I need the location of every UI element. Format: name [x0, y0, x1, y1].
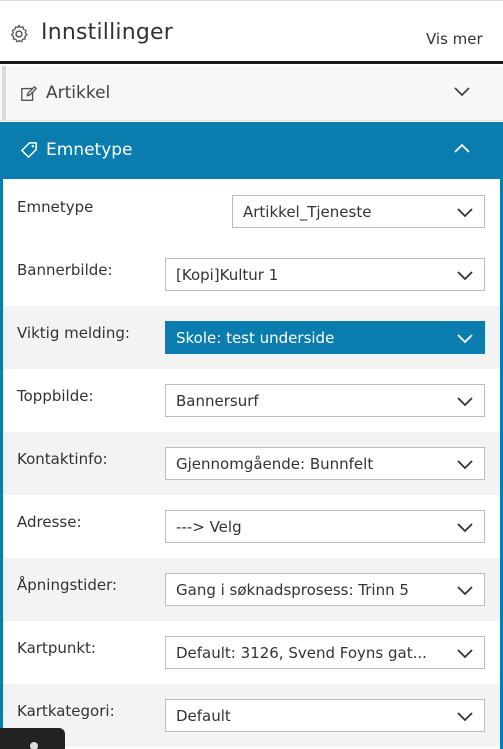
section-topic-type-header[interactable]: Emnetype	[0, 122, 503, 179]
chevron-down-icon	[457, 712, 473, 722]
chevron-down-icon	[457, 397, 473, 407]
banner-image-select[interactable]: [Kopi]Kultur 1	[165, 258, 485, 291]
field-label: Emnetype	[17, 198, 94, 216]
select-value: Skole: test underside	[176, 329, 335, 347]
important-message-select[interactable]: Skole: test underside	[165, 321, 485, 354]
field-label: Bannerbilde:	[17, 261, 113, 279]
field-row-address: Adresse: ---> Velg	[3, 495, 500, 558]
chevron-up-icon	[454, 143, 470, 153]
chevron-down-icon	[454, 87, 470, 97]
chevron-down-icon	[457, 460, 473, 470]
chevron-down-icon	[457, 334, 473, 344]
field-label: Kartkategori:	[17, 702, 115, 720]
topic-type-select[interactable]: Artikkel_Tjeneste	[232, 195, 485, 228]
field-row-important-message: Viktig melding: Skole: test underside	[3, 306, 500, 369]
select-value: Default: 3126, Svend Foyns gat...	[176, 644, 427, 662]
floating-toolbar-tab[interactable]	[0, 728, 65, 749]
field-row-topic-type: Emnetype Artikkel_Tjeneste	[3, 180, 500, 243]
field-row-top-image: Toppbilde: Bannersurf	[3, 369, 500, 432]
contact-info-select[interactable]: Gjennomgående: Bunnfelt	[165, 447, 485, 480]
field-row-map-point: Kartpunkt: Default: 3126, Svend Foyns ga…	[3, 621, 500, 684]
edit-icon	[21, 86, 37, 101]
select-value: Gang i søknadsprosess: Trinn 5	[176, 581, 409, 599]
chevron-down-icon	[457, 208, 473, 218]
select-value: Gjennomgående: Bunnfelt	[176, 455, 374, 473]
chevron-down-icon	[457, 649, 473, 659]
top-image-select[interactable]: Bannersurf	[165, 384, 485, 417]
select-value: [Kopi]Kultur 1	[176, 266, 279, 284]
section-indicator	[2, 66, 6, 120]
select-value: ---> Velg	[176, 518, 242, 536]
indicator-dot-icon	[30, 742, 38, 749]
chevron-down-icon	[457, 586, 473, 596]
section-article-label: Artikkel	[46, 83, 111, 103]
field-label: Åpningstider:	[17, 576, 118, 594]
select-value: Default	[176, 707, 231, 725]
chevron-down-icon	[457, 523, 473, 533]
field-label: Toppbilde:	[17, 387, 94, 405]
map-point-select[interactable]: Default: 3126, Svend Foyns gat...	[165, 636, 485, 669]
map-category-select[interactable]: Default	[165, 699, 485, 732]
field-label: Viktig melding:	[17, 324, 130, 342]
page-title: Innstillinger	[41, 20, 174, 45]
field-row-map-category: Kartkategori: Default	[3, 684, 500, 747]
opening-hours-select[interactable]: Gang i søknadsprosess: Trinn 5	[165, 573, 485, 606]
chevron-down-icon	[457, 271, 473, 281]
settings-header: Innstillinger Vis mer	[0, 0, 503, 64]
field-row-opening-hours: Åpningstider: Gang i søknadsprosess: Tri…	[3, 558, 500, 621]
gear-icon	[10, 24, 28, 43]
field-label: Kartpunkt:	[17, 639, 96, 657]
field-label: Adresse:	[17, 513, 82, 531]
section-topic-type-label: Emnetype	[46, 140, 133, 160]
field-row-banner-image: Bannerbilde: [Kopi]Kultur 1	[3, 243, 500, 306]
select-value: Bannersurf	[176, 392, 259, 410]
field-label: Kontaktinfo:	[17, 450, 108, 468]
select-value: Artikkel_Tjeneste	[243, 203, 372, 221]
show-more-link[interactable]: Vis mer	[426, 30, 483, 48]
field-row-contact-info: Kontaktinfo: Gjennomgående: Bunnfelt	[3, 432, 500, 495]
section-article-header[interactable]: Artikkel	[0, 66, 503, 121]
address-select[interactable]: ---> Velg	[165, 510, 485, 543]
tag-icon	[21, 142, 37, 158]
